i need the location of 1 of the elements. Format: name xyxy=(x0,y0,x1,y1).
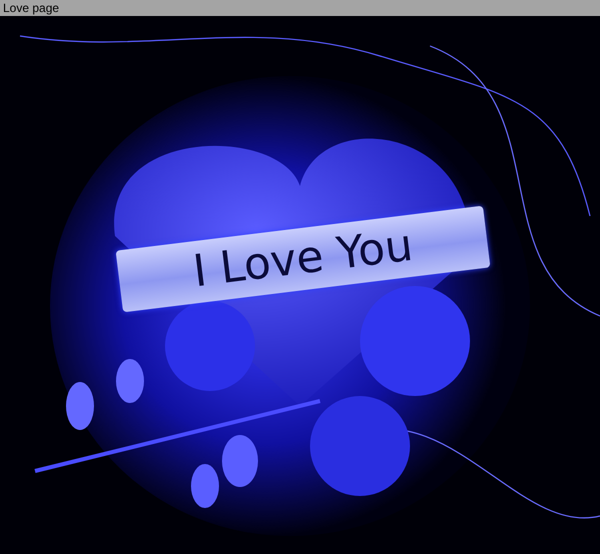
window-title: Love page xyxy=(3,1,60,15)
